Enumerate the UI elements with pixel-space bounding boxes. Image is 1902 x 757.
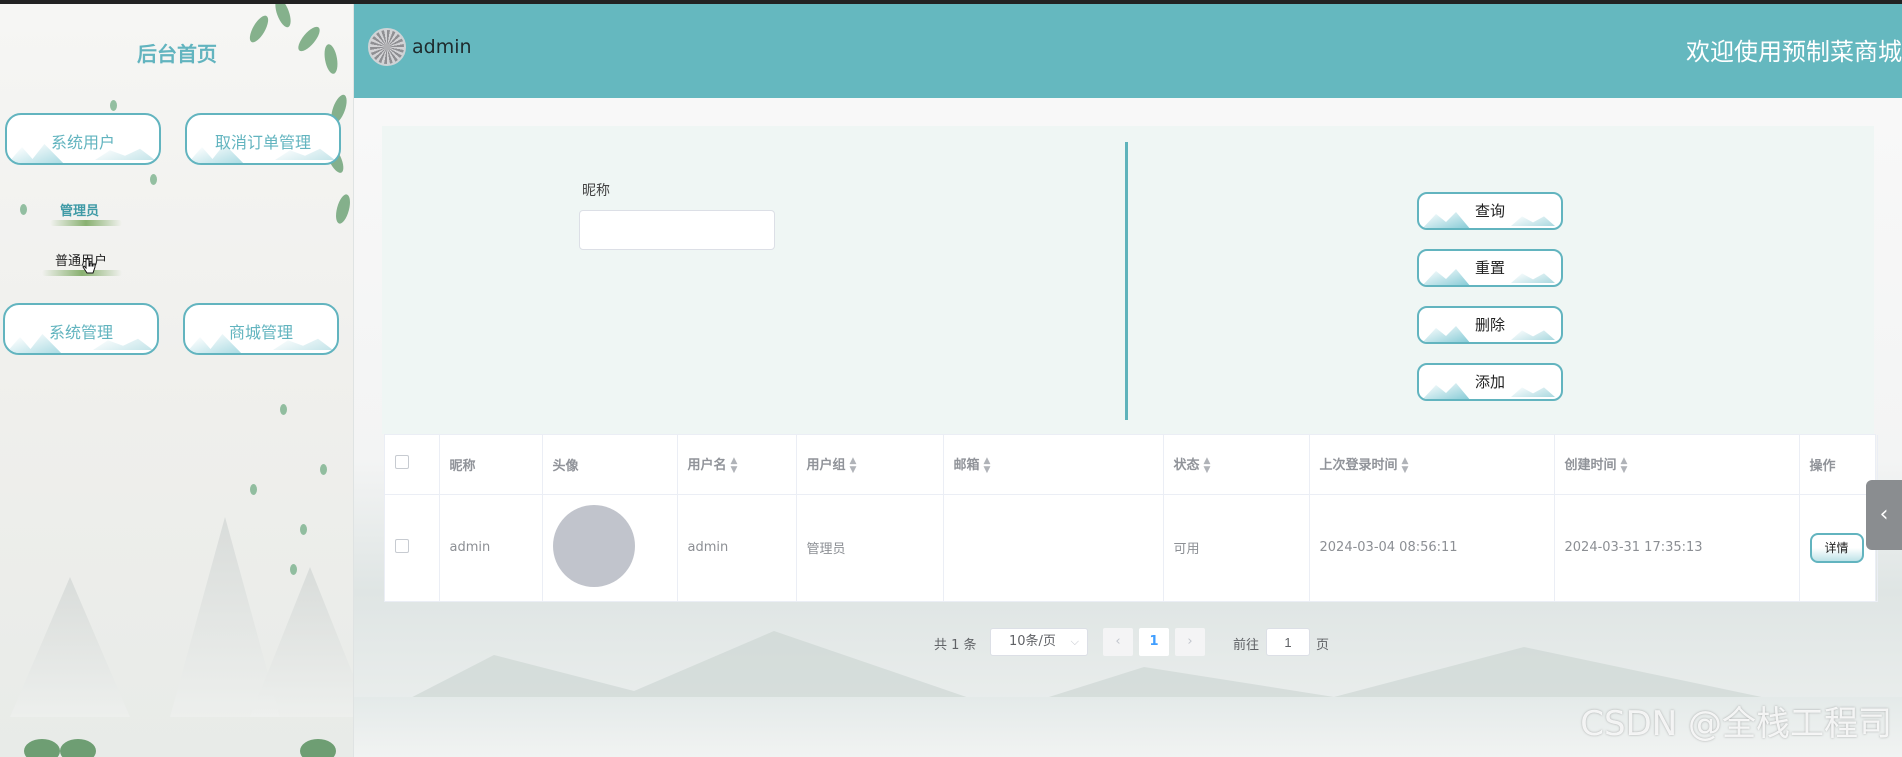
pagination-total: 共 1 条 [934,638,977,653]
welcome-text: 欢迎使用预制菜商城 [1686,38,1902,66]
chevron-left-icon: ‹ [1115,634,1121,649]
table-row: admin admin 管理员 可用 2024-03-04 08:56:11 2… [385,494,1878,602]
chevron-down-icon: ⌵ [1070,635,1079,648]
reset-label: 重置 [1474,259,1505,277]
col-username[interactable]: 用户名 ▲ ▼ [677,435,797,495]
vertical-divider [1125,142,1128,420]
col-username-label: 用户名 [687,458,727,473]
detail-button[interactable]: 详情 [1809,532,1864,563]
cell-last-login: 2024-03-04 08:56:11 [1309,494,1555,602]
watermark: CSDN @全栈工程司 [1580,704,1892,744]
cell-group: 管理员 [796,494,944,602]
user-avatar[interactable] [368,28,406,66]
col-last-login[interactable]: 上次登录时间 ▲ ▼ [1309,435,1555,495]
col-nickname: 昵称 [439,435,543,495]
nickname-input[interactable] [579,210,775,250]
goto-page-input[interactable] [1266,628,1310,656]
select-all-checkbox[interactable] [395,455,409,470]
query-label: 查询 [1474,202,1505,220]
sort-icon[interactable]: ▲ ▼ [984,456,991,475]
menu-label: 商城管理 [228,323,293,342]
select-all-cell [385,435,440,495]
row-select-cell [385,494,440,602]
table-header-row: 昵称 头像 用户名 ▲ ▼ 用户组 ▲ ▼ 邮箱 ▲ ▼ 状态 ▲ ▼ 上次登录时间 ▲ ▼ 创建时… [385,435,1878,495]
col-group[interactable]: 用户组 ▲ ▼ [796,435,944,495]
sort-icon[interactable]: ▲ ▼ [1402,456,1409,475]
menu-label: 系统管理 [48,323,113,342]
sidebar-title[interactable]: 后台首页 [0,38,353,67]
col-last-login-label: 上次登录时间 [1319,458,1398,473]
menu-cancel-orders[interactable]: 取消订单管理 [185,113,341,165]
delete-button[interactable]: 删除 [1417,306,1563,344]
lotus-decoration [0,727,353,757]
pagination: 共 1 条 10条/页 ⌵ ‹ 1 › 前往 页 [354,626,1902,658]
sort-icon[interactable]: ▲ ▼ [731,456,738,475]
cell-email [943,494,1164,602]
menu-label: 系统用户 [50,133,115,152]
page-size-value: 10条/页 [1009,634,1056,649]
sort-icon[interactable]: ▲ ▼ [1204,456,1211,475]
col-group-label: 用户组 [806,458,846,473]
col-status[interactable]: 状态 ▲ ▼ [1163,435,1310,495]
divider-leaf [50,220,122,226]
header-username: admin [412,36,472,58]
row-checkbox[interactable] [395,538,409,553]
cell-created: 2024-03-31 17:35:13 [1554,494,1800,602]
chevron-right-icon: › [1187,634,1193,649]
add-label: 添加 [1474,373,1505,391]
col-created[interactable]: 创建时间 ▲ ▼ [1554,435,1800,495]
users-table: 昵称 头像 用户名 ▲ ▼ 用户组 ▲ ▼ 邮箱 ▲ ▼ 状态 ▲ ▼ 上次登录时间 ▲ ▼ 创建时… [384,434,1878,602]
mountain-background [0,417,353,717]
goto-label: 前往 [1233,638,1260,653]
menu-system-management[interactable]: 系统管理 [3,303,159,355]
col-status-label: 状态 [1173,458,1200,473]
page-number-current[interactable]: 1 [1139,628,1169,656]
top-header: admin 欢迎使用预制菜商城 [354,4,1902,98]
menu-system-users[interactable]: 系统用户 [5,113,161,165]
col-email[interactable]: 邮箱 ▲ ▼ [943,435,1164,495]
sidebar: 后台首页 系统用户 取消订单管理 管理员 普通用户 系统管理 商城管理 [0,4,354,757]
cell-avatar [542,494,678,602]
main-content: 昵称 查询 重置 删除 添加 昵称 头像 用户名 ▲ ▼ 用户组 ▲ ▼ 邮箱 … [354,98,1902,757]
sort-icon[interactable]: ▲ ▼ [850,456,857,475]
reset-button[interactable]: 重置 [1417,249,1563,287]
cell-nickname: admin [439,494,543,602]
col-avatar: 头像 [542,435,678,495]
query-button[interactable]: 查询 [1417,192,1563,230]
sort-icon[interactable]: ▲ ▼ [1621,456,1628,475]
cell-username: admin [677,494,797,602]
chevron-left-icon: ‹ [1879,502,1889,527]
menu-label: 取消订单管理 [214,133,311,152]
nickname-label: 昵称 [582,183,610,199]
menu-mall-management[interactable]: 商城管理 [183,303,339,355]
submenu-normal-user[interactable]: 普通用户 [55,250,107,269]
hand-cursor-icon [82,258,96,274]
cell-status: 可用 [1163,494,1310,602]
delete-label: 删除 [1474,316,1505,334]
page-size-select[interactable]: 10条/页 ⌵ [990,628,1088,656]
prev-page-button[interactable]: ‹ [1103,628,1133,656]
avatar-image [552,504,635,587]
next-page-button[interactable]: › [1175,628,1205,656]
page-suffix: 页 [1316,638,1330,653]
col-email-label: 邮箱 [953,458,980,473]
col-created-label: 创建时间 [1564,458,1617,473]
add-button[interactable]: 添加 [1417,363,1563,401]
search-panel: 昵称 查询 重置 删除 添加 [382,126,1874,434]
submenu-admin[interactable]: 管理员 [60,200,99,219]
collapse-toggle[interactable]: ‹ [1866,480,1902,550]
